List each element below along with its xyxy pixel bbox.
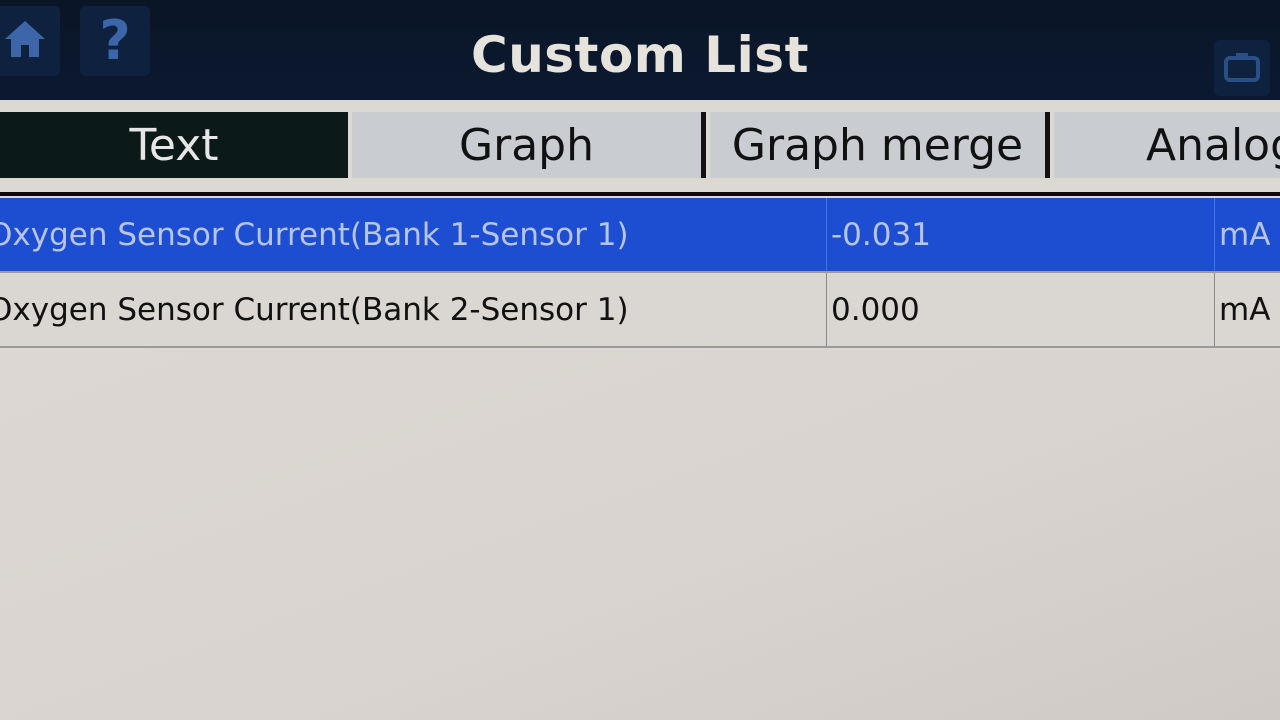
tab-divider — [0, 192, 1280, 196]
view-tabs: Text Graph Graph merge Analog — [0, 100, 1280, 198]
data-list: Oxygen Sensor Current(Bank 1-Sensor 1) -… — [0, 198, 1280, 348]
table-row[interactable]: Oxygen Sensor Current(Bank 2-Sensor 1) 0… — [0, 273, 1280, 348]
scan-tool-screen: ? Custom List Text Graph Graph merge Ana… — [0, 0, 1280, 720]
capture-button[interactable] — [1214, 40, 1270, 96]
header-bar: ? Custom List — [0, 0, 1280, 100]
parameter-unit: mA — [1214, 198, 1280, 271]
table-row[interactable]: Oxygen Sensor Current(Bank 1-Sensor 1) -… — [0, 198, 1280, 273]
parameter-name: Oxygen Sensor Current(Bank 2-Sensor 1) — [0, 291, 629, 328]
camera-icon — [1222, 46, 1262, 90]
parameter-unit: mA — [1214, 273, 1280, 346]
tab-graph[interactable]: Graph — [352, 112, 706, 178]
list-empty-area — [0, 350, 1280, 720]
tab-analog[interactable]: Analog — [1054, 112, 1280, 178]
tab-text[interactable]: Text — [0, 112, 348, 178]
parameter-value: 0.000 — [826, 273, 1214, 346]
page-title: Custom List — [471, 26, 809, 84]
tab-graph-merge[interactable]: Graph merge — [710, 112, 1050, 178]
parameter-name: Oxygen Sensor Current(Bank 1-Sensor 1) — [0, 216, 629, 253]
parameter-value: -0.031 — [826, 198, 1214, 271]
